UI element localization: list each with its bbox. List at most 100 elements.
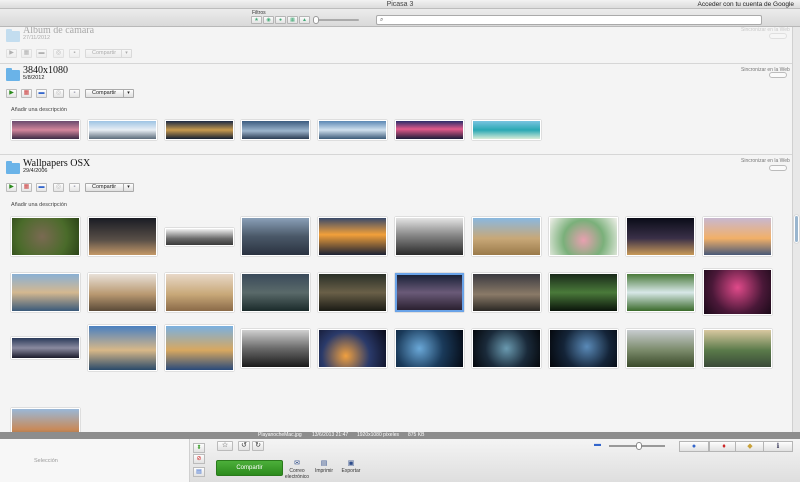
collage-button[interactable]: ▦ xyxy=(21,89,32,98)
status-bar: PlayanocheMac.jpg 13/6/2013 21:47 1920x1… xyxy=(0,432,800,439)
photo-thumbnail[interactable] xyxy=(318,273,387,312)
chevron-down-icon[interactable]: ▾ xyxy=(123,184,133,191)
photo-thumbnail[interactable] xyxy=(241,120,310,140)
rotate-left-icon[interactable]: ↺ xyxy=(238,441,250,451)
photo-thumbnail[interactable] xyxy=(395,329,464,368)
photo-thumbnail[interactable] xyxy=(395,120,464,140)
photo-thumbnail[interactable] xyxy=(241,273,310,312)
photo-thumbnail[interactable] xyxy=(165,228,234,246)
google-sign-in-link[interactable]: Acceder con tu cuenta de Google xyxy=(698,0,794,9)
scrollbar-thumb[interactable] xyxy=(794,215,799,243)
photo-thumbnail[interactable] xyxy=(318,120,387,140)
selected-photo-thumbnail[interactable] xyxy=(395,273,464,312)
chevron-down-icon[interactable]: ▾ xyxy=(121,50,131,57)
photo-thumbnail[interactable] xyxy=(88,325,157,371)
chevron-down-icon[interactable]: ▾ xyxy=(123,90,133,97)
photo-thumbnail[interactable] xyxy=(241,329,310,368)
people-button[interactable]: ● xyxy=(679,441,709,452)
album-date: 5/8/2012 xyxy=(23,75,45,81)
info-button[interactable]: ℹ xyxy=(763,441,793,452)
export-disk-button[interactable]: ▪ xyxy=(69,49,80,58)
tags-button[interactable]: ◆ xyxy=(735,441,765,452)
add-description-link[interactable]: Añadir una descripción xyxy=(11,107,67,113)
slideshow-button[interactable]: ▶ xyxy=(6,89,17,98)
clear-selection-icon[interactable]: ⊘ xyxy=(193,454,205,464)
photo-thumbnail[interactable] xyxy=(11,120,80,140)
sync-toggle[interactable] xyxy=(769,33,787,39)
rotate-right-icon[interactable]: ↻ xyxy=(252,441,264,451)
photo-thumbnail[interactable] xyxy=(165,120,234,140)
filter-map-button[interactable]: ▦ xyxy=(287,16,298,24)
movie-button[interactable]: ▬ xyxy=(36,49,47,58)
photo-thumbnail[interactable] xyxy=(11,337,80,359)
album-add-icon[interactable]: ▤ xyxy=(193,467,205,477)
library-view[interactable]: Álbum de cámara 27/11/2012 Sincronizar e… xyxy=(0,27,792,432)
email-label: Correo electrónico xyxy=(284,468,310,480)
filter-date-slider[interactable] xyxy=(313,16,359,24)
photo-thumbnail[interactable] xyxy=(472,120,541,140)
photo-thumbnail[interactable] xyxy=(11,408,80,432)
slider-knob[interactable] xyxy=(636,442,642,450)
photo-thumbnail[interactable] xyxy=(549,329,618,368)
export-button[interactable]: ▣ Exportar xyxy=(338,460,364,474)
thumbnail-zoom-slider[interactable] xyxy=(609,442,665,450)
photo-thumbnail[interactable] xyxy=(88,217,157,256)
collage-button[interactable]: ▦ xyxy=(21,183,32,192)
search-input[interactable]: ⌕ xyxy=(376,15,762,25)
photo-thumbnail[interactable] xyxy=(472,329,541,368)
photo-thumbnail[interactable] xyxy=(11,217,80,256)
photo-thumbnail[interactable] xyxy=(472,273,541,312)
share-label: Compartir xyxy=(92,184,117,190)
photo-thumbnail[interactable] xyxy=(165,273,234,312)
album-share-button[interactable]: Compartir ▾ xyxy=(85,183,134,192)
photo-thumbnail[interactable] xyxy=(703,269,772,315)
photo-thumbnail[interactable] xyxy=(549,217,618,256)
filter-video-button[interactable]: ◉ xyxy=(263,16,274,24)
photo-thumbnail[interactable] xyxy=(88,120,157,140)
sync-toggle[interactable] xyxy=(769,165,787,171)
photo-star-icon[interactable]: ☆ xyxy=(217,441,233,451)
slideshow-button[interactable]: ▶ xyxy=(6,183,17,192)
geotag-button[interactable]: ◎ xyxy=(53,89,64,98)
photo-thumbnail[interactable] xyxy=(241,217,310,256)
photo-thumbnail[interactable] xyxy=(626,329,695,368)
filter-geotag-button[interactable]: ▲ xyxy=(299,16,310,24)
photo-thumbnail[interactable] xyxy=(703,329,772,368)
album-share-button[interactable]: Compartir ▾ xyxy=(85,89,134,98)
vertical-scrollbar[interactable] xyxy=(792,27,800,432)
hold-selection-icon[interactable]: ⬍ xyxy=(193,443,205,453)
export-disk-button[interactable]: ▪ xyxy=(69,183,80,192)
photo-thumbnail[interactable] xyxy=(88,273,157,312)
share-button[interactable]: Compartir xyxy=(216,460,283,476)
email-button[interactable]: ✉ Correo electrónico xyxy=(284,460,310,480)
export-disk-button[interactable]: ▪ xyxy=(69,89,80,98)
print-label: Imprimir xyxy=(314,468,334,474)
photo-thumbnail[interactable] xyxy=(626,217,695,256)
photo-thumbnail[interactable] xyxy=(395,217,464,256)
movie-button[interactable]: ▬ xyxy=(36,183,47,192)
geotag-button[interactable]: ◎ xyxy=(53,183,64,192)
photo-thumbnail[interactable] xyxy=(318,217,387,256)
photo-thumbnail[interactable] xyxy=(549,273,618,312)
person-icon: ● xyxy=(691,443,697,450)
selection-pane[interactable]: Selección xyxy=(0,439,190,482)
album-date: 27/11/2012 xyxy=(23,35,51,41)
geotag-button[interactable]: ◎ xyxy=(53,49,64,58)
slider-knob[interactable] xyxy=(313,16,319,24)
photo-thumbnail[interactable] xyxy=(703,217,772,256)
filter-people-button[interactable]: ● xyxy=(275,16,286,24)
photo-thumbnail[interactable] xyxy=(626,273,695,312)
movie-button[interactable]: ▬ xyxy=(36,89,47,98)
album-share-button[interactable]: Compartir ▾ xyxy=(85,49,132,58)
photo-thumbnail[interactable] xyxy=(472,217,541,256)
photo-tray: Selección ⬍ ⊘ ▤ Compartir ✉ Correo elect… xyxy=(0,439,800,482)
collage-button[interactable]: ▦ xyxy=(21,49,32,58)
sync-toggle[interactable] xyxy=(769,72,787,78)
photo-thumbnail[interactable] xyxy=(165,325,234,371)
print-button[interactable]: ▤ Imprimir xyxy=(312,460,336,474)
photo-thumbnail[interactable] xyxy=(318,329,387,368)
photo-thumbnail[interactable] xyxy=(11,273,80,312)
add-description-link[interactable]: Añadir una descripción xyxy=(11,202,67,208)
slideshow-button[interactable]: ▶ xyxy=(6,49,17,58)
filter-star-button[interactable]: ★ xyxy=(251,16,262,24)
